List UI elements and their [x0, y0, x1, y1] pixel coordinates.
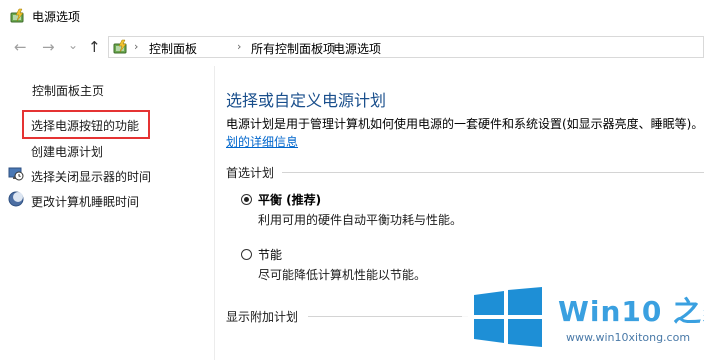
breadcrumb-separator: › [237, 40, 242, 53]
power-saver-plan-radio[interactable] [241, 249, 252, 260]
breadcrumb-separator: › [319, 40, 324, 53]
windows-logo-icon [472, 287, 544, 351]
breadcrumb-separator: › [134, 40, 139, 53]
sidebar-item-display-off-time[interactable]: 选择关闭显示器的时间 [31, 168, 151, 185]
section-divider [308, 316, 468, 317]
sidebar-item-sleep-time[interactable]: 更改计算机睡眠时间 [31, 193, 139, 210]
power-saver-plan-label[interactable]: 节能 [258, 246, 282, 263]
title-bar: 电源选项 [0, 0, 704, 34]
back-button[interactable]: ← [14, 38, 27, 56]
pane-divider [214, 66, 215, 360]
description-text: 电源计划是用于管理计算机如何使用电源的一套硬件和系统设置(如显示器亮度、睡眠等)… [226, 117, 704, 131]
recent-locations-dropdown[interactable]: ⌄ [68, 36, 78, 54]
breadcrumb-control-panel[interactable]: 控制面板 [149, 40, 197, 57]
page-heading: 选择或自定义电源计划 [226, 91, 387, 110]
monitor-clock-icon [8, 166, 24, 186]
sidebar-home-link[interactable]: 控制面板主页 [32, 82, 104, 99]
watermark-brand: Win10 之家 [558, 295, 704, 328]
watermark-url: www.win10xitong.com [566, 331, 691, 344]
breadcrumb-power-options[interactable]: 电源选项 [333, 40, 381, 57]
power-saver-plan-description: 尽可能降低计算机性能以节能。 [258, 268, 427, 282]
preferred-plans-header: 首选计划 [226, 166, 275, 180]
window-title: 电源选项 [32, 10, 81, 24]
balanced-plan-label[interactable]: 平衡 (推荐) [258, 191, 321, 208]
moon-sleep-icon [8, 191, 24, 211]
power-options-icon [10, 8, 26, 28]
up-button[interactable]: ↑ [88, 38, 101, 56]
show-additional-plans-toggle[interactable]: 显示附加计划 [226, 308, 298, 325]
forward-button[interactable]: → [42, 38, 55, 56]
sidebar-item-power-buttons[interactable]: 选择电源按钮的功能 [31, 117, 139, 134]
balanced-plan-description: 利用可用的硬件自动平衡功耗与性能。 [258, 213, 463, 227]
sidebar-item-create-plan[interactable]: 创建电源计划 [31, 143, 103, 160]
section-divider [282, 172, 704, 173]
plan-details-link[interactable]: 划的详细信息 [226, 133, 298, 150]
control-panel-icon [113, 39, 129, 59]
address-bar[interactable]: › 控制面板 › 所有控制面板项 › 电源选项 [108, 36, 704, 58]
balanced-plan-radio[interactable] [241, 194, 252, 205]
